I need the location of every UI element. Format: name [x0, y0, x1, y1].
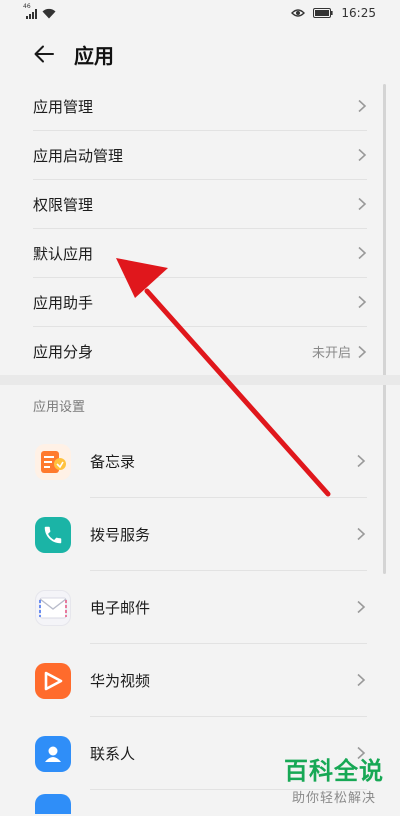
app-item-label: 华为视频: [90, 672, 151, 690]
eye-icon: [291, 9, 306, 17]
signal-icon: 46: [23, 3, 37, 19]
status-time: 16:25: [341, 6, 376, 20]
settings-item-app-twin[interactable]: 应用分身 未开启: [33, 327, 367, 376]
mail-icon: [35, 589, 71, 626]
app-icon-partial: [35, 794, 71, 814]
section-header: 应用设置: [33, 400, 86, 415]
settings-item-default-apps[interactable]: 默认应用: [33, 229, 367, 278]
wifi-icon: [42, 8, 56, 18]
watermark-logo: 百科全说 助你轻松解决: [284, 751, 384, 806]
chevron-right-icon: [358, 246, 367, 260]
back-button[interactable]: [22, 32, 66, 76]
app-item-label: 电子邮件: [90, 599, 151, 617]
phone-icon: [35, 516, 71, 553]
app-item-email[interactable]: 电子邮件: [0, 571, 400, 644]
chevron-right-icon: [358, 197, 367, 211]
chevron-right-icon: [358, 345, 367, 358]
contacts-icon: [35, 735, 71, 772]
video-icon: [35, 662, 71, 699]
back-arrow-icon: [34, 45, 54, 63]
settings-item-app-assistant[interactable]: 应用助手: [33, 278, 367, 327]
page-title: 应用: [74, 43, 114, 68]
chevron-right-icon: [358, 99, 367, 113]
app-item-label: 备忘录: [90, 453, 136, 471]
app-item-label: 拨号服务: [90, 526, 151, 544]
section-divider: [0, 375, 400, 385]
settings-item-label: 应用管理: [33, 97, 94, 116]
app-item-dialer[interactable]: 拨号服务: [0, 498, 400, 571]
chevron-right-icon: [357, 673, 366, 687]
settings-item-label: 权限管理: [33, 195, 94, 214]
header: 应用: [0, 26, 400, 82]
settings-item-label: 应用分身: [33, 343, 94, 361]
app-item-memo[interactable]: 备忘录: [0, 425, 400, 498]
settings-item-label: 应用助手: [33, 293, 94, 312]
settings-item-permission-management[interactable]: 权限管理: [33, 180, 367, 229]
settings-item-value: 未开启: [311, 346, 351, 361]
settings-item-app-management[interactable]: 应用管理: [33, 82, 367, 131]
status-right: 16:25: [291, 6, 376, 20]
settings-item-startup-management[interactable]: 应用启动管理: [33, 131, 367, 180]
chevron-right-icon: [357, 454, 366, 468]
app-item-label: 联系人: [90, 745, 136, 763]
watermark-title: 百科全说: [284, 757, 384, 785]
app-item-huawei-video[interactable]: 华为视频: [0, 644, 400, 717]
chevron-right-icon: [358, 148, 367, 162]
settings-list: 应用管理 应用启动管理 权限管理 默认应用 应用助手 应用分身 未开启: [0, 82, 400, 376]
network-type: 46: [23, 2, 31, 10]
settings-item-label: 默认应用: [33, 244, 94, 263]
status-bar: 46 16:25: [0, 0, 400, 26]
watermark-subtitle: 助你轻松解决: [291, 791, 376, 806]
battery-icon: [313, 8, 334, 18]
chevron-right-icon: [358, 295, 367, 309]
memo-icon: [35, 443, 71, 480]
settings-item-label: 应用启动管理: [33, 146, 124, 165]
chevron-right-icon: [357, 527, 366, 541]
status-left: 46: [23, 3, 56, 19]
chevron-right-icon: [357, 600, 366, 614]
